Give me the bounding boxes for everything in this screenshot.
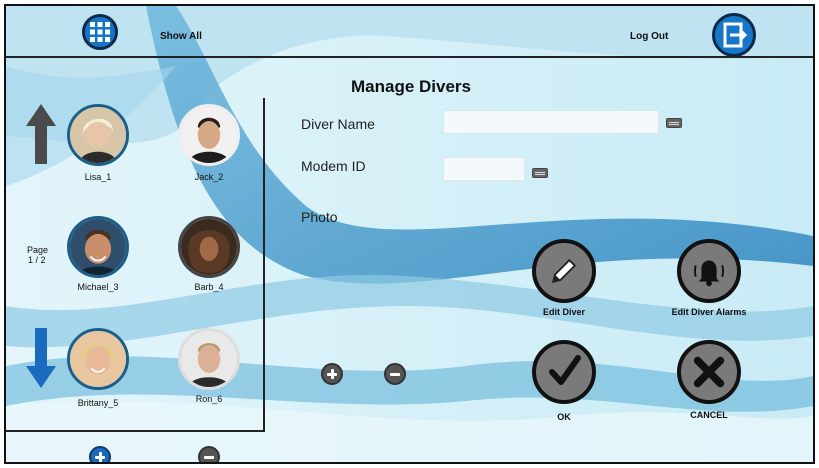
ok-label: OK (557, 412, 571, 422)
diver-avatar-1[interactable] (67, 104, 129, 166)
arrow-down-icon[interactable] (26, 328, 56, 388)
pencil-icon (551, 258, 577, 284)
edit-diver-label: Edit Diver (542, 307, 585, 317)
modem-id-field[interactable] (443, 157, 525, 181)
diver-name-5: Brittany_5 (77, 398, 119, 408)
diver-avatar-5[interactable] (67, 328, 129, 390)
arrow-up-icon[interactable] (26, 104, 56, 164)
diver-name-field[interactable] (443, 110, 659, 134)
diver-avatar-3[interactable] (67, 216, 129, 278)
diver-avatar-6[interactable] (178, 328, 240, 390)
remove-photo-button[interactable] (384, 363, 406, 385)
remove-diver-button[interactable] (198, 446, 220, 462)
logout-button[interactable] (712, 13, 756, 57)
sidebar-divider (263, 98, 265, 431)
person-photo-icon (181, 107, 237, 163)
page-label: Page (27, 245, 49, 255)
logout-label[interactable]: Log Out (630, 31, 668, 42)
edit-diver-button[interactable] (532, 239, 596, 303)
diver-name-2: Jack_2 (194, 172, 224, 182)
page-number: 1 / 2 (28, 255, 46, 265)
cancel-button[interactable] (677, 340, 741, 404)
person-photo-icon (70, 331, 126, 387)
person-photo-icon (70, 219, 126, 275)
diver-name-6: Ron_6 (195, 394, 223, 404)
modem-id-label: Modem ID (301, 158, 366, 174)
person-photo-icon (181, 219, 237, 275)
x-mark-icon (693, 356, 725, 388)
edit-diver-alarms-label: Edit Diver Alarms (671, 307, 747, 317)
add-diver-button[interactable] (89, 446, 111, 462)
person-photo-icon (70, 107, 126, 163)
person-photo-icon (181, 331, 237, 387)
logout-door-icon (723, 22, 748, 48)
app-screen: Show All Log Out Manage Divers Page 1 / … (4, 4, 815, 464)
keyboard-icon[interactable] (666, 118, 682, 128)
keyboard-icon[interactable] (532, 168, 548, 178)
diver-avatar-4[interactable] (178, 216, 240, 278)
diver-name-3: Michael_3 (77, 282, 119, 292)
show-all-link[interactable]: Show All (160, 31, 202, 42)
ok-button[interactable] (532, 340, 596, 404)
grid-menu-button[interactable] (82, 14, 118, 50)
page-title: Manage Divers (351, 77, 471, 96)
diver-name-4: Barb_4 (194, 282, 224, 292)
diver-name-label: Diver Name (301, 116, 375, 132)
alarm-bell-icon (694, 260, 724, 287)
cancel-label: CANCEL (690, 410, 728, 420)
diver-avatar-2[interactable] (178, 104, 240, 166)
grid-menu-icon (90, 22, 110, 42)
checkmark-icon (549, 355, 581, 385)
edit-diver-alarms-button[interactable] (677, 239, 741, 303)
header-divider (6, 56, 813, 58)
diver-name-1: Lisa_1 (84, 172, 112, 182)
sidebar-bottom-divider (6, 430, 265, 432)
add-photo-button[interactable] (321, 363, 343, 385)
photo-label: Photo (301, 209, 338, 225)
